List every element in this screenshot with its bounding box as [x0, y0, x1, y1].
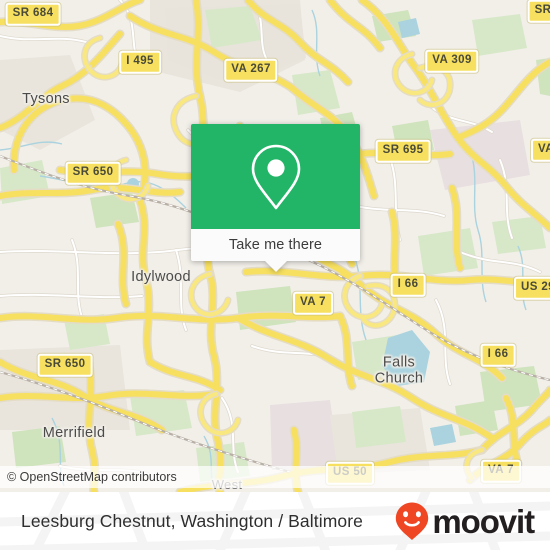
place-label: Merrifield — [42, 425, 106, 442]
station-title: Leesburg Chestnut, Washington / Baltimor… — [21, 510, 363, 531]
road-shield: US 29 — [514, 276, 550, 300]
take-me-there-label: Take me there — [228, 237, 323, 253]
place-label: Idylwood — [131, 269, 191, 286]
callout-pointer-tail — [264, 261, 287, 272]
road-shield: VA 7 — [293, 291, 333, 315]
road-shield: VA — [531, 138, 550, 162]
location-callout-card[interactable]: Take me there — [191, 124, 360, 272]
place-label: Falls Church — [374, 354, 424, 386]
road-shield: VA 309 — [425, 49, 479, 73]
map-attribution: © OpenStreetMap contributors — [0, 466, 550, 488]
place-label: Tysons — [22, 91, 70, 108]
footer-bar: Leesburg Chestnut, Washington / Baltimor… — [0, 492, 550, 550]
moovit-logo[interactable]: moovit — [394, 501, 535, 541]
moovit-wordmark: moovit — [432, 502, 535, 540]
road-shield: I 66 — [390, 273, 426, 297]
road-shield: SR 650 — [37, 353, 93, 377]
take-me-there-button[interactable]: Take me there — [191, 229, 360, 261]
road-shield: SR 650 — [65, 161, 121, 185]
road-shield: I 66 — [480, 343, 516, 367]
attribution-text: © OpenStreetMap contributors — [7, 470, 177, 484]
road-shield: I 495 — [119, 50, 161, 74]
footer-content: Leesburg Chestnut, Washington / Baltimor… — [0, 492, 550, 550]
callout-header — [191, 124, 360, 229]
moovit-smiley-pin-icon — [396, 502, 429, 540]
location-pin-icon — [251, 144, 300, 209]
road-shield: SR — [527, 0, 550, 23]
road-shield: SR 695 — [375, 139, 431, 163]
road-shield: SR 684 — [5, 2, 61, 26]
road-shield: VA 267 — [224, 58, 278, 82]
app-screen: .wcas { fill:#e8e4dc; } .park { fill:#d7… — [0, 0, 550, 550]
map-canvas[interactable]: .wcas { fill:#e8e4dc; } .park { fill:#d7… — [0, 0, 550, 492]
